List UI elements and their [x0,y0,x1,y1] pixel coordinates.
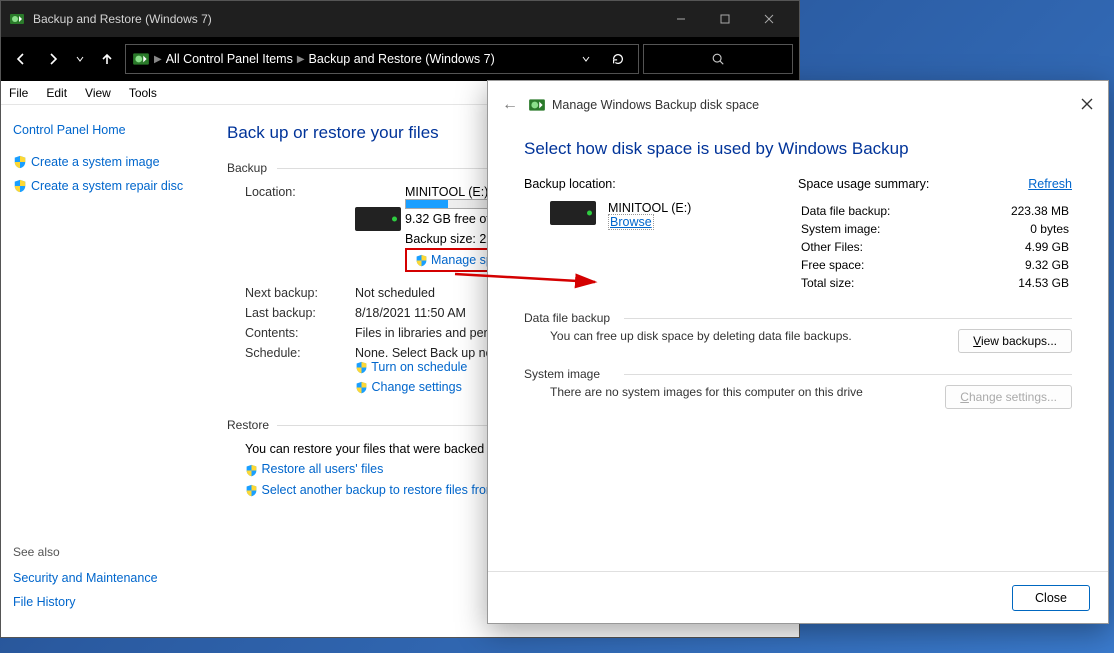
search-icon [711,52,725,66]
backup-location-label: Backup location: [524,177,798,191]
dialog-footer: Close [488,571,1108,623]
control-panel-home-link[interactable]: Control Panel Home [13,123,201,137]
menu-file[interactable]: File [9,86,28,100]
shield-icon [245,464,258,477]
shield-icon [415,254,428,267]
close-button[interactable] [747,4,791,34]
see-also-label: See also [13,545,201,559]
dialog-icon [528,96,546,114]
file-history-link[interactable]: File History [13,595,201,609]
refresh-icon[interactable] [604,52,632,66]
breadcrumb-icon [132,50,150,68]
change-settings-button: Change settings... [945,385,1072,409]
titlebar: Backup and Restore (Windows 7) [1,1,799,37]
turn-on-schedule-link[interactable]: Turn on schedule [371,360,467,374]
app-icon [9,11,25,27]
nav-up-button[interactable] [93,45,121,73]
restore-all-users-link[interactable]: Restore all users' files [261,462,383,476]
breadcrumb-1[interactable]: All Control Panel Items [166,52,293,66]
dialog-heading: Select how disk space is used by Windows… [524,139,1072,159]
nav-recent-dropdown[interactable] [71,45,89,73]
nav-forward-button[interactable] [39,45,67,73]
menu-edit[interactable]: Edit [46,86,67,100]
location-label: Location: [245,185,355,272]
view-backups-button[interactable]: View backups... [958,329,1072,353]
row-system-image: System image:0 bytes [800,221,1070,237]
search-input[interactable] [643,44,793,74]
dialog-close-button[interactable] [1080,97,1094,114]
row-data-file: Data file backup:223.38 MB [800,203,1070,219]
last-backup-label: Last backup: [245,306,355,320]
row-free-space: Free space:9.32 GB [800,257,1070,273]
dialog-header: ← Manage Windows Backup disk space [488,81,1108,129]
section-system-image: System image [524,367,1072,381]
system-image-desc: There are no system images for this comp… [550,385,863,399]
next-backup-label: Next backup: [245,286,355,300]
breadcrumb[interactable]: ▶ All Control Panel Items ▶ Backup and R… [125,44,639,74]
manage-disk-space-dialog: ← Manage Windows Backup disk space Selec… [487,80,1109,624]
security-maintenance-link[interactable]: Security and Maintenance [13,571,201,585]
drive-icon [355,207,401,231]
address-bar: ▶ All Control Panel Items ▶ Backup and R… [1,37,799,81]
select-another-backup-link[interactable]: Select another backup to restore files f… [261,483,496,497]
breadcrumb-2[interactable]: Backup and Restore (Windows 7) [309,52,495,66]
menu-tools[interactable]: Tools [129,86,157,100]
dialog-location-name: MINITOOL (E:) [608,201,691,215]
close-button[interactable]: Close [1012,585,1090,611]
browse-link[interactable]: Browse [608,214,654,230]
chevron-right-icon: ▶ [297,54,305,65]
shield-icon [355,361,368,374]
left-panel: Control Panel Home Create a system image… [1,105,213,637]
create-repair-disc-link[interactable]: Create a system repair disc [13,179,201,193]
shield-icon [13,179,27,193]
shield-icon [245,484,258,497]
data-file-backup-desc: You can free up disk space by deleting d… [550,329,852,343]
next-backup-value: Not scheduled [355,286,435,300]
space-usage-table: Data file backup:223.38 MB System image:… [798,201,1072,293]
space-usage-summary-label: Space usage summary: [798,177,929,191]
create-system-image-link[interactable]: Create a system image [13,155,201,169]
maximize-button[interactable] [703,4,747,34]
shield-icon [13,155,27,169]
nav-back-button[interactable] [7,45,35,73]
create-repair-disc-label: Create a system repair disc [31,179,183,193]
chevron-right-icon: ▶ [154,54,162,65]
last-backup-value: 8/18/2021 11:50 AM [355,306,466,320]
schedule-label: Schedule: [245,346,355,374]
menu-view[interactable]: View [85,86,111,100]
dialog-title: Manage Windows Backup disk space [552,98,759,112]
refresh-link[interactable]: Refresh [1028,177,1072,191]
section-data-file-backup: Data file backup [524,311,1072,325]
window-title: Backup and Restore (Windows 7) [33,12,659,26]
minimize-button[interactable] [659,4,703,34]
shield-icon [355,381,368,394]
row-other-files: Other Files:4.99 GB [800,239,1070,255]
row-total-size: Total size:14.53 GB [800,275,1070,291]
annotation-arrow [450,266,610,296]
contents-label: Contents: [245,326,355,340]
back-arrow-icon[interactable]: ← [502,96,518,114]
drive-icon [550,201,596,225]
chevron-down-icon[interactable] [572,54,600,64]
create-system-image-label: Create a system image [31,155,160,169]
change-settings-link[interactable]: Change settings [371,380,461,394]
